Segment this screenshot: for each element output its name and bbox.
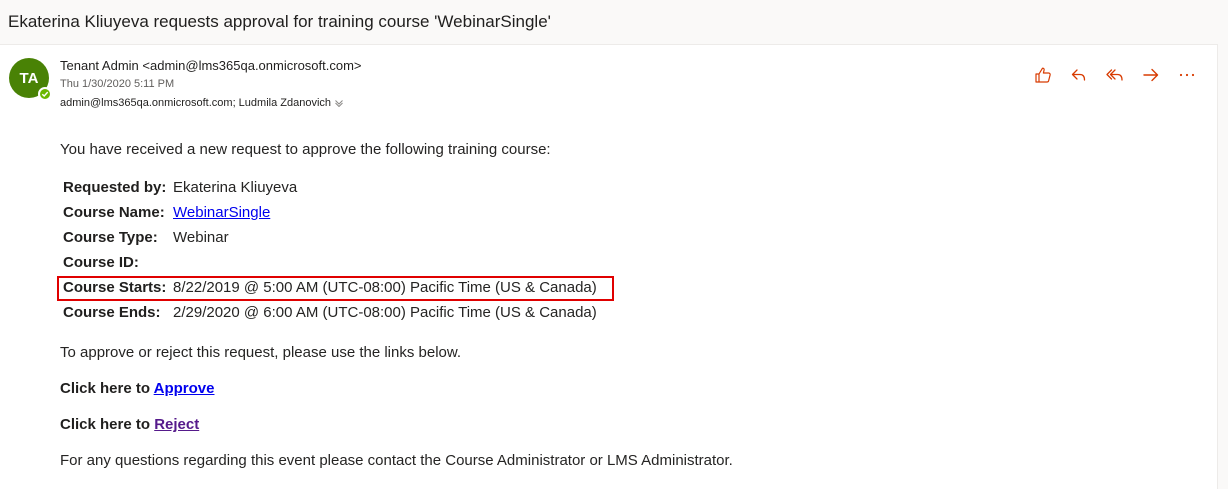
course-starts-highlight (57, 276, 614, 301)
course-name-label: Course Name: (63, 204, 165, 221)
intro-text: You have received a new request to appro… (60, 141, 551, 158)
email-subject: Ekaterina Kliuyeva requests approval for… (8, 12, 551, 31)
recipients-line[interactable]: admin@lms365qa.onmicrosoft.com; Ludmila … (60, 97, 344, 109)
presence-available-icon (38, 87, 52, 101)
forward-button[interactable] (1141, 65, 1177, 85)
sender-from[interactable]: Tenant Admin <admin@lms365qa.onmicrosoft… (60, 58, 362, 73)
expand-recipients-icon[interactable] (334, 99, 344, 107)
sender-avatar[interactable]: TA (9, 58, 52, 101)
reply-icon (1071, 69, 1086, 81)
more-icon (1179, 73, 1195, 77)
detail-requested-by: Requested by: Ekaterina Kliuyeva (63, 179, 297, 196)
like-button[interactable] (1033, 65, 1069, 85)
recipients: admin@lms365qa.onmicrosoft.com; Ludmila … (60, 97, 332, 109)
instructions-text: To approve or reject this request, pleas… (60, 344, 462, 361)
avatar-initials: TA (19, 69, 39, 87)
approve-prefix: Click here to (60, 380, 154, 397)
subject-bar: Ekaterina Kliuyeva requests approval for… (0, 0, 1228, 44)
detail-course-name: Course Name: WebinarSingle (63, 204, 270, 221)
forward-icon (1143, 68, 1159, 82)
detail-course-ends: Course Ends: 2/29/2020 @ 6:00 AM (UTC-08… (63, 304, 597, 321)
reject-link[interactable]: Reject (154, 416, 199, 433)
course-type-value: Webinar (173, 229, 229, 246)
footer-text: For any questions regarding this event p… (60, 452, 733, 469)
message-pane: TA Tenant Admin <admin@lms365qa.onmicros… (0, 44, 1218, 489)
course-name-link[interactable]: WebinarSingle (173, 204, 270, 221)
reply-button[interactable] (1069, 65, 1105, 85)
more-actions-button[interactable] (1177, 65, 1213, 85)
requested-by-value: Ekaterina Kliuyeva (173, 179, 298, 196)
reply-all-icon (1106, 69, 1123, 81)
approve-line: Click here to Approve (60, 380, 214, 397)
sent-date: Thu 1/30/2020 5:11 PM (60, 78, 175, 90)
requested-by-label: Requested by: (63, 179, 167, 196)
course-type-label: Course Type: (63, 229, 158, 246)
message-actions (1033, 65, 1213, 85)
detail-course-type: Course Type: Webinar (63, 229, 229, 246)
reject-line: Click here to Reject (60, 416, 199, 433)
reply-all-button[interactable] (1105, 65, 1141, 85)
course-ends-value: 2/29/2020 @ 6:00 AM (UTC-08:00) Pacific … (173, 304, 597, 321)
approve-link[interactable]: Approve (154, 380, 215, 397)
course-ends-label: Course Ends: (63, 304, 161, 321)
course-id-label: Course ID: (63, 254, 139, 271)
like-icon (1035, 67, 1051, 83)
detail-course-id: Course ID: (63, 254, 139, 271)
reject-prefix: Click here to (60, 416, 155, 433)
